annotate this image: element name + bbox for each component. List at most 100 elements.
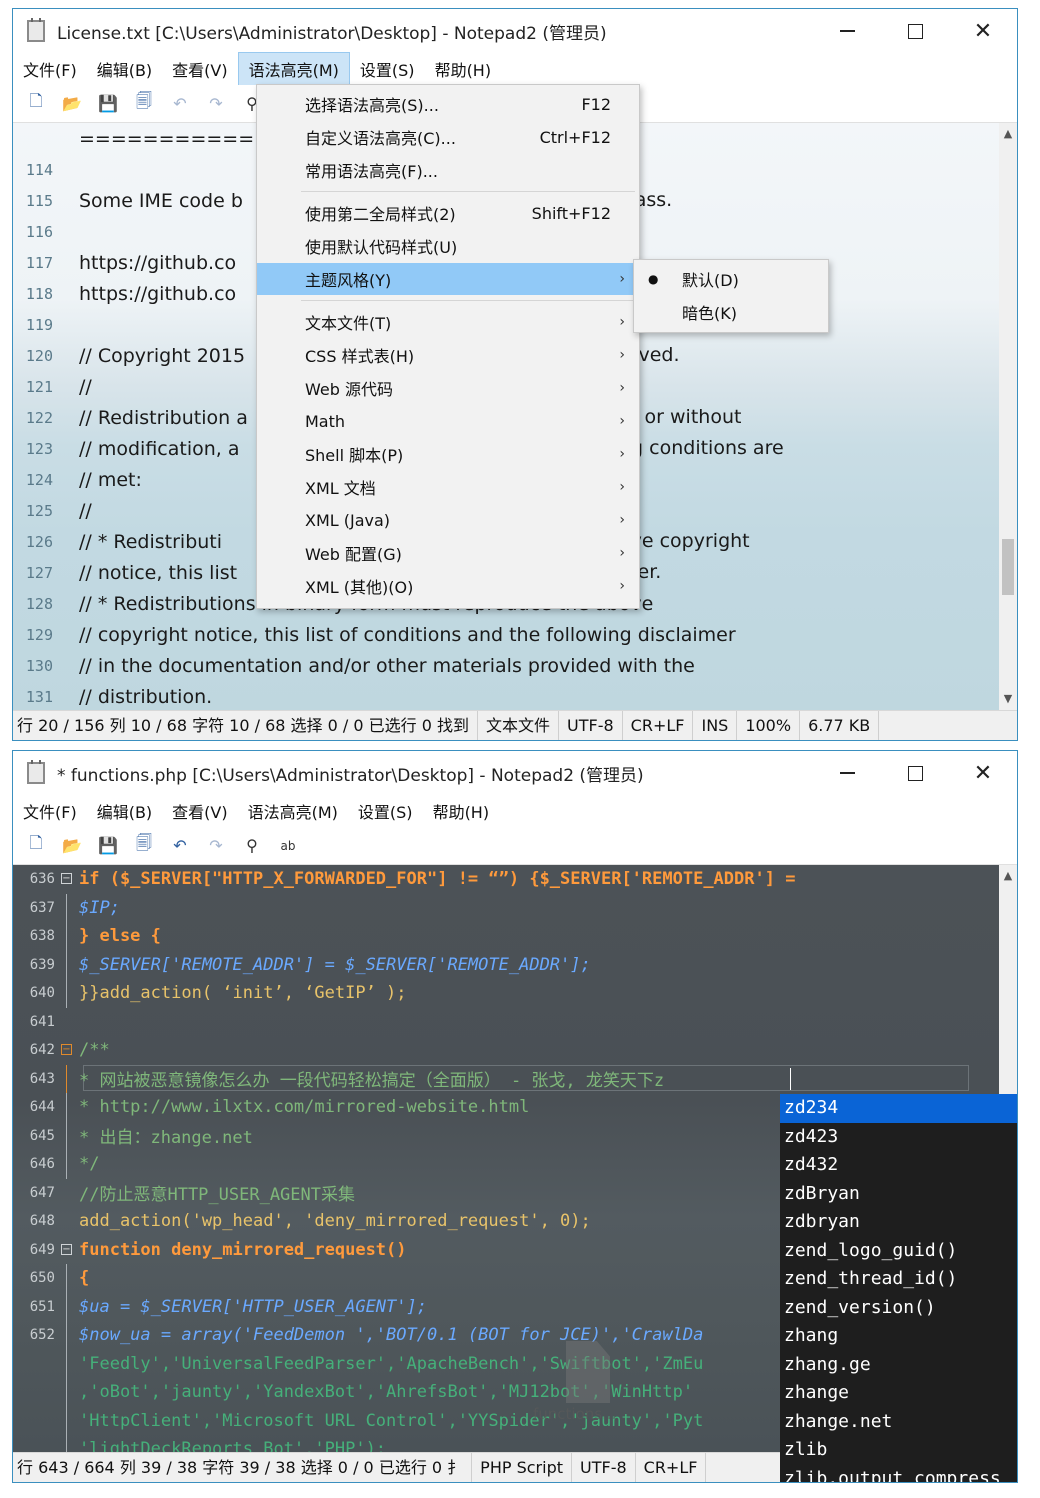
status-eol[interactable]: CR+LF (623, 710, 694, 740)
autocomplete-item[interactable]: zlib (780, 1436, 1017, 1465)
status-position: 行 20 / 156 列 10 / 68 字符 10 / 68 选择 0 / 0… (13, 710, 478, 740)
status-eol[interactable]: CR+LF (636, 1452, 707, 1482)
submenu-arrow-icon: › (619, 380, 625, 396)
open-folder-icon[interactable]: 📂 (59, 91, 85, 117)
menu-item-second-global-style[interactable]: 使用第二全局样式(2) Shift+F12 (257, 197, 639, 229)
submenu-arrow-icon: › (619, 545, 625, 561)
menu-item-xml-java[interactable]: XML (Java) › (257, 504, 639, 536)
maximize-button[interactable] (881, 9, 949, 53)
autocomplete-item[interactable]: zhange (780, 1379, 1017, 1408)
redo-icon[interactable]: ↷ (203, 91, 229, 117)
autocomplete-item[interactable]: zhange.net (780, 1408, 1017, 1437)
menu-syntax[interactable]: 语法高亮(M) (237, 52, 350, 86)
menu-item-web-source[interactable]: Web 源代码 › (257, 372, 639, 404)
menu-file[interactable]: 文件(F) (13, 53, 87, 85)
menu-file[interactable]: 文件(F) (13, 795, 87, 827)
menu-edit[interactable]: 编辑(B) (87, 53, 162, 85)
editor-line: 637 $IP; (13, 893, 999, 922)
close-button[interactable]: ✕ (949, 751, 1017, 795)
autocomplete-item[interactable]: zd234 (780, 1094, 1017, 1123)
open-folder-icon[interactable]: 📂 (59, 833, 85, 859)
submenu-arrow-icon: › (619, 347, 625, 363)
menu-item-xml-doc[interactable]: XML 文档 › (257, 471, 639, 503)
minimize-button[interactable] (813, 751, 881, 795)
menu-item-xml-other[interactable]: XML (其他)(O) › (257, 570, 639, 602)
autocomplete-item[interactable]: zdBryan (780, 1180, 1017, 1209)
notepad-app-icon[interactable] (27, 760, 45, 784)
find-icon[interactable]: ⚲ (239, 833, 265, 859)
theme-submenu: ● 默认(D) 暗色(K) (633, 259, 829, 333)
editor-line: 641 (29, 1013, 55, 1030)
window-title: * functions.php [C:\Users\Administrator\… (57, 765, 644, 786)
menu-item-customize-scheme[interactable]: 自定义语法高亮(C)... Ctrl+F12 (257, 121, 639, 153)
close-button[interactable]: ✕ (949, 9, 1017, 53)
menu-bar: 文件(F) 编辑(B) 查看(V) 语法高亮(M) 设置(S) 帮助(H) (13, 795, 1017, 827)
notepad-app-icon[interactable] (27, 18, 45, 42)
menu-item-favorite-schemes[interactable]: 常用语法高亮(F)... (257, 154, 639, 186)
submenu-arrow-icon: › (619, 512, 625, 528)
status-filesize: 6.77 KB (800, 710, 880, 740)
minimize-button[interactable] (813, 9, 881, 53)
vertical-scrollbar[interactable]: ▲ ▼ (999, 123, 1017, 710)
editor-line: 640}}add_action( ‘init’, ‘GetIP’ ); (13, 979, 999, 1008)
scroll-up-icon[interactable]: ▲ (999, 125, 1017, 143)
menu-item-css[interactable]: CSS 样式表(H) › (257, 339, 639, 371)
autocomplete-item[interactable]: zdbryan (780, 1208, 1017, 1237)
autocomplete-item[interactable]: zd423 (780, 1123, 1017, 1152)
menu-edit[interactable]: 编辑(B) (87, 795, 162, 827)
status-zoom[interactable]: 100% (737, 710, 801, 740)
autocomplete-item[interactable]: zlib.output_compress (780, 1465, 1017, 1483)
save-icon[interactable]: 💾 (95, 91, 121, 117)
menu-item-math[interactable]: Math › (257, 405, 639, 437)
menu-view[interactable]: 查看(V) (162, 53, 237, 85)
menu-bar: 文件(F) 编辑(B) 查看(V) 语法高亮(M) 设置(S) 帮助(H) (13, 52, 1017, 86)
status-ins[interactable]: INS (693, 710, 738, 740)
drag-file-ghost-icon (566, 1341, 610, 1403)
new-file-icon[interactable]: 🗋 (23, 91, 49, 117)
title-bar[interactable]: * functions.php [C:\Users\Administrator\… (13, 751, 1017, 795)
editor-line: 130// in the documentation and/or other … (25, 654, 695, 677)
menu-item-shell[interactable]: Shell 脚本(P) › (257, 438, 639, 470)
menu-item-default-code-style[interactable]: 使用默认代码样式(U) (257, 230, 639, 262)
menu-view[interactable]: 查看(V) (162, 795, 237, 827)
save-as-icon[interactable]: 🗐 (131, 91, 157, 117)
menu-syntax[interactable]: 语法高亮(M) (238, 795, 348, 827)
status-encoding[interactable]: UTF-8 (572, 1452, 636, 1482)
toolbar: 🗋 📂 💾 🗐 ↶ ↷ ⚲ ab (13, 827, 1017, 865)
redo-icon[interactable]: ↷ (203, 833, 229, 859)
menu-item-web-config[interactable]: Web 配置(G) › (257, 537, 639, 569)
submenu-item-default[interactable]: ● 默认(D) (634, 263, 828, 295)
submenu-arrow-icon: › (619, 446, 625, 462)
undo-icon[interactable]: ↶ (167, 91, 193, 117)
menu-item-theme[interactable]: 主题风格(Y) › (257, 263, 639, 295)
scroll-up-icon[interactable]: ▲ (999, 867, 1017, 885)
menu-settings[interactable]: 设置(S) (348, 795, 423, 827)
editor-line: 639 $_SERVER['REMOTE_ADDR'] = $_SERVER['R… (13, 950, 999, 979)
submenu-arrow-icon: › (619, 314, 625, 330)
undo-icon[interactable]: ↶ (167, 833, 193, 859)
status-scheme[interactable]: 文本文件 (478, 710, 560, 740)
status-encoding[interactable]: UTF-8 (559, 710, 623, 740)
new-file-icon[interactable]: 🗋 (23, 833, 49, 859)
autocomplete-item[interactable]: zd432 (780, 1151, 1017, 1180)
autocomplete-item[interactable]: zend_version() (780, 1294, 1017, 1323)
menu-item-text-file[interactable]: 文本文件(T) › (257, 306, 639, 338)
autocomplete-item[interactable]: zhang (780, 1322, 1017, 1351)
menu-help[interactable]: 帮助(H) (425, 53, 502, 85)
menu-settings[interactable]: 设置(S) (350, 53, 425, 85)
submenu-item-dark[interactable]: 暗色(K) (634, 296, 828, 328)
autocomplete-list[interactable]: zd234 zd423 zd432 zdBryan zdbryan zend_l… (780, 1094, 1017, 1483)
menu-help[interactable]: 帮助(H) (423, 795, 500, 827)
menu-item-select-scheme[interactable]: 选择语法高亮(S)... F12 (257, 88, 639, 120)
replace-icon[interactable]: ab (275, 833, 301, 859)
maximize-button[interactable] (881, 751, 949, 795)
scroll-thumb[interactable] (1002, 539, 1014, 595)
save-as-icon[interactable]: 🗐 (131, 833, 157, 859)
autocomplete-item[interactable]: zend_logo_guid() (780, 1237, 1017, 1266)
save-icon[interactable]: 💾 (95, 833, 121, 859)
title-bar[interactable]: License.txt [C:\Users\Administrator\Desk… (13, 9, 1017, 53)
scroll-down-icon[interactable]: ▼ (999, 690, 1017, 708)
autocomplete-item[interactable]: zend_thread_id() (780, 1265, 1017, 1294)
autocomplete-item[interactable]: zhang.ge (780, 1351, 1017, 1380)
status-scheme[interactable]: PHP Script (472, 1452, 572, 1482)
